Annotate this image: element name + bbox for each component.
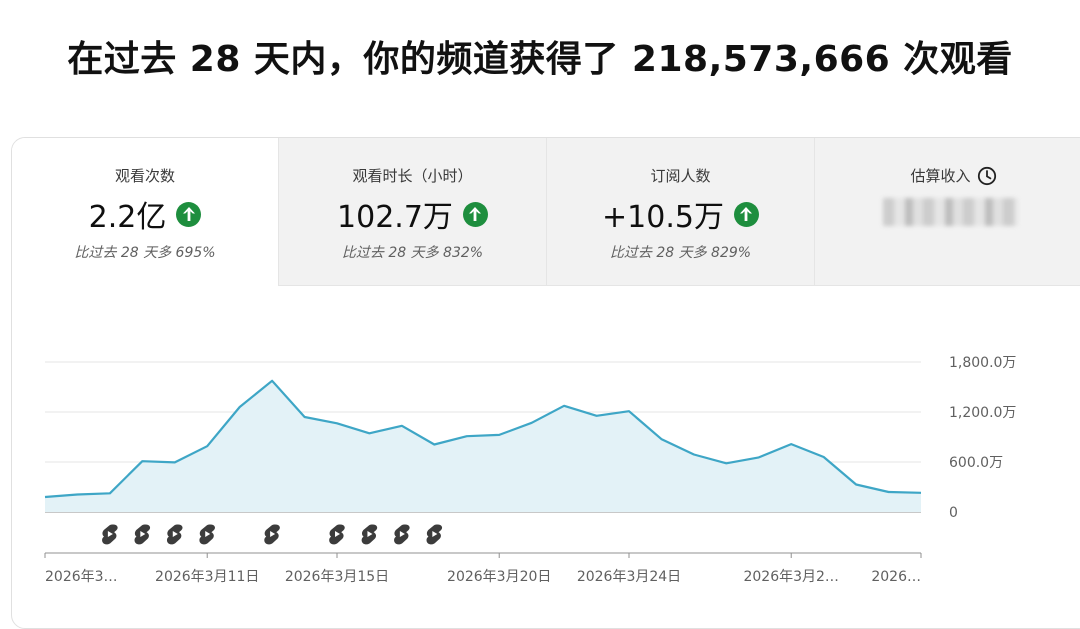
y-tick-label: 0 [949, 505, 958, 521]
shorts-icon[interactable] [102, 524, 118, 545]
x-tick-label: 2026年3月11日 [155, 569, 259, 585]
x-tick-label: 2026年3月24日 [577, 569, 681, 585]
y-tick-label: 600.0万 [949, 455, 1003, 471]
x-tick-label: 2026年3… [45, 569, 118, 585]
shorts-icon[interactable] [361, 524, 378, 545]
shorts-icon[interactable] [329, 524, 345, 545]
shorts-icon[interactable] [166, 524, 183, 545]
shorts-icon[interactable] [134, 524, 151, 545]
views-chart: 1,800.0万 1,200.0万 600.0万 0 2026年3… 2026年3月11… [44, 355, 1016, 585]
shorts-icon[interactable] [394, 524, 410, 545]
y-tick-label: 1,800.0万 [949, 355, 1016, 371]
shorts-icon[interactable] [199, 524, 215, 545]
shorts-icon[interactable] [264, 524, 280, 545]
x-tick-label: 2026年3月2… [743, 569, 838, 585]
x-tick-label: 2026… [871, 569, 921, 585]
shorts-markers [102, 524, 443, 545]
x-tick-label: 2026年3月20日 [447, 569, 551, 585]
y-tick-label: 1,200.0万 [949, 405, 1016, 421]
shorts-icon[interactable] [426, 524, 443, 545]
series-area [45, 380, 921, 512]
x-tick-label: 2026年3月15日 [285, 569, 389, 585]
y-axis-ticks: 1,800.0万 1,200.0万 600.0万 0 [949, 355, 1016, 521]
x-axis: 2026年3… 2026年3月11日 2026年3月15日 2026年3月20日 202… [44, 552, 922, 585]
